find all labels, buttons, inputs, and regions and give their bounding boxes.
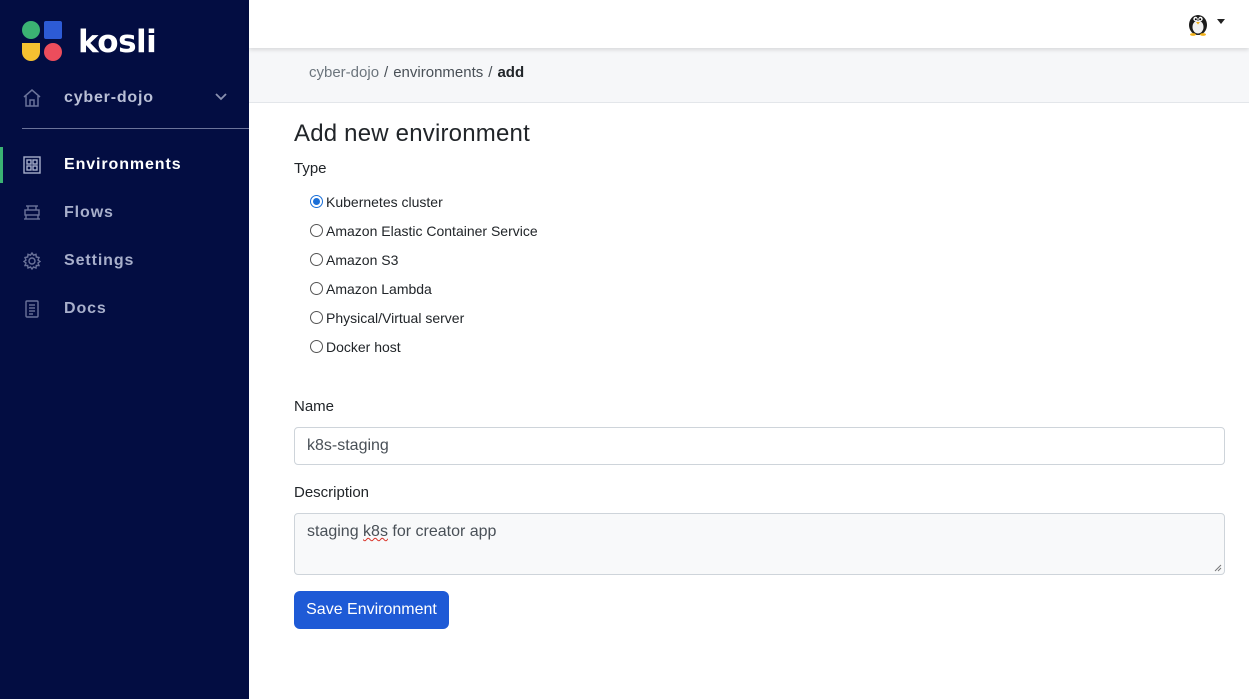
breadcrumb-bar: cyber-dojo / environments / add [249, 48, 1249, 103]
description-text: staging k8s for creator app [307, 523, 497, 540]
description-label: Description [294, 484, 370, 501]
radio-button[interactable] [310, 311, 323, 324]
radio-button[interactable] [310, 340, 323, 353]
sidebar-item-docs[interactable]: Docs [0, 291, 249, 327]
radio-button[interactable] [310, 282, 323, 295]
chevron-down-icon [215, 93, 227, 101]
kosli-logo[interactable]: kosli [22, 21, 157, 63]
gear-icon [22, 251, 42, 271]
sidebar-divider [22, 128, 249, 129]
radio-button[interactable] [310, 224, 323, 237]
save-environment-button[interactable]: Save Environment [294, 591, 449, 629]
radio-button[interactable] [310, 195, 323, 208]
type-radio-group: Kubernetes cluster Amazon Elastic Contai… [310, 190, 538, 364]
radio-option-ecs[interactable]: Amazon Elastic Container Service [310, 219, 538, 248]
radio-label: Amazon Lambda [326, 280, 432, 297]
org-name: cyber-dojo [64, 89, 154, 106]
home-icon [23, 89, 41, 107]
sidebar-item-environments[interactable]: Environments [0, 147, 249, 183]
radio-option-docker[interactable]: Docker host [310, 335, 538, 364]
sidebar-item-label: Environments [64, 156, 182, 173]
radio-label: Amazon S3 [326, 251, 399, 268]
breadcrumb-current: add [497, 64, 525, 81]
radio-label: Physical/Virtual server [326, 309, 465, 326]
radio-button[interactable] [310, 253, 323, 266]
breadcrumb-separator: / [384, 64, 389, 81]
sidebar: kosli cyber-dojo Environments Flows Sett… [0, 0, 249, 699]
breadcrumb: cyber-dojo / environments / add [309, 64, 524, 81]
resize-grip-icon[interactable] [1214, 564, 1222, 572]
sidebar-item-flows[interactable]: Flows [0, 195, 249, 231]
radio-option-lambda[interactable]: Amazon Lambda [310, 277, 538, 306]
caret-down-icon[interactable] [1217, 19, 1225, 24]
radio-option-server[interactable]: Physical/Virtual server [310, 306, 538, 335]
description-textarea[interactable]: staging k8s for creator app [294, 513, 1225, 575]
flows-icon [22, 203, 42, 223]
name-input[interactable]: k8s-staging [294, 427, 1225, 465]
org-selector[interactable]: cyber-dojo [22, 84, 228, 112]
type-label: Type [294, 160, 327, 177]
sidebar-item-label: Flows [64, 204, 114, 221]
sidebar-item-label: Docs [64, 300, 107, 317]
breadcrumb-environments-link[interactable]: environments [393, 64, 483, 81]
add-environment-form: Add new environment Type Kubernetes clus… [294, 118, 1225, 629]
name-label: Name [294, 398, 335, 415]
breadcrumb-separator: / [488, 64, 493, 81]
logo-text: kosli [78, 24, 157, 60]
name-input-value: k8s-staging [307, 437, 389, 454]
sidebar-item-label: Settings [64, 252, 135, 269]
radio-label: Kubernetes cluster [326, 193, 443, 210]
breadcrumb-org-link[interactable]: cyber-dojo [309, 64, 379, 81]
radio-option-kubernetes[interactable]: Kubernetes cluster [310, 190, 538, 219]
user-avatar-icon[interactable] [1185, 10, 1211, 36]
radio-label: Docker host [326, 338, 401, 355]
radio-label: Amazon Elastic Container Service [326, 222, 538, 239]
logo-mark-icon [22, 21, 64, 63]
top-bar [249, 0, 1249, 48]
document-icon [22, 299, 42, 319]
sidebar-item-settings[interactable]: Settings [0, 243, 249, 279]
grid-icon [22, 155, 42, 175]
page-title: Add new environment [294, 120, 530, 147]
radio-option-s3[interactable]: Amazon S3 [310, 248, 538, 277]
